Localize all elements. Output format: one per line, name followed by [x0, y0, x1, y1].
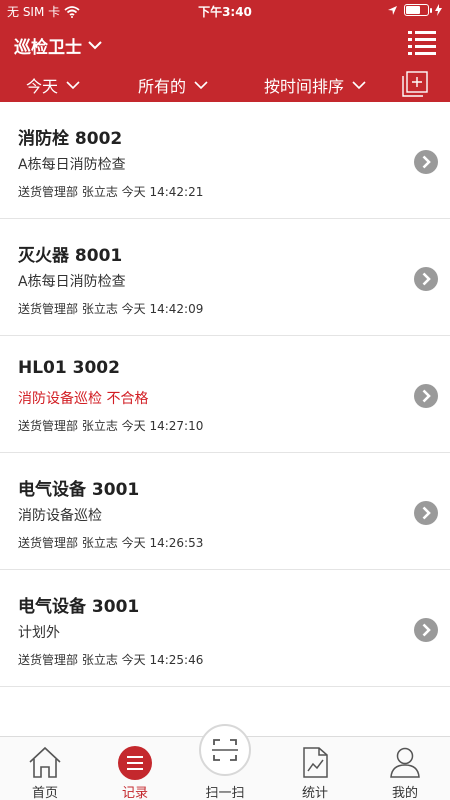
chevron-down-icon	[66, 80, 80, 89]
record-title: 电气设备 3001	[18, 480, 140, 500]
battery-level	[406, 6, 420, 14]
tab-label: 统计	[301, 786, 328, 800]
record-title: 灭火器 8001	[18, 246, 123, 266]
chevron-right-circle-icon	[414, 267, 438, 291]
sort-filter-label: 按时间排序	[264, 77, 345, 96]
list-menu-icon[interactable]	[408, 30, 436, 56]
charging-icon	[435, 4, 442, 16]
record-title: 消防栓 8002	[18, 129, 123, 149]
nav-bar: 巡检卫士	[0, 22, 450, 64]
tab-records[interactable]: 记录	[90, 737, 180, 800]
record-subtitle: 消防设备巡检 不合格	[18, 391, 149, 407]
chevron-right-circle-icon	[414, 150, 438, 174]
chevron-down-icon	[194, 80, 208, 89]
record-subtitle: 计划外	[18, 625, 60, 641]
chevron-right-circle-icon	[414, 618, 438, 642]
record-meta: 送货管理部 张立志 今天 14:42:21	[18, 185, 204, 199]
records-icon	[118, 746, 152, 780]
list-item[interactable]: HL01 3002 消防设备巡检 不合格 送货管理部 张立志 今天 14:27:…	[0, 336, 450, 453]
tab-label: 首页	[31, 786, 58, 800]
record-meta: 送货管理部 张立志 今天 14:25:46	[18, 653, 204, 667]
list-item[interactable]: 电气设备 3001 计划外 送货管理部 张立志 今天 14:25:46	[0, 570, 450, 687]
add-square-icon[interactable]	[402, 71, 428, 97]
list-item[interactable]: 灭火器 8001 A栋每日消防检查 送货管理部 张立志 今天 14:42:09	[0, 219, 450, 336]
record-meta: 送货管理部 张立志 今天 14:42:09	[18, 302, 204, 316]
scan-icon	[212, 739, 238, 761]
chevron-down-icon	[352, 80, 366, 89]
page-title: 巡检卫士	[14, 38, 82, 58]
tab-label: 我的	[391, 786, 418, 800]
records-list: 消防栓 8002 A栋每日消防检查 送货管理部 张立志 今天 14:42:21 …	[0, 102, 450, 736]
user-icon	[390, 747, 420, 778]
home-icon	[29, 746, 61, 778]
battery-icon	[404, 4, 432, 16]
record-meta: 送货管理部 张立志 今天 14:26:53	[18, 536, 204, 550]
date-filter[interactable]: 今天	[26, 73, 80, 97]
record-subtitle: A栋每日消防检查	[18, 157, 126, 173]
record-subtitle: 消防设备巡检	[18, 508, 102, 524]
filter-bar: 今天 所有的 按时间排序	[0, 64, 450, 102]
date-filter-label: 今天	[26, 77, 59, 96]
clock: 下午3:40	[198, 5, 252, 19]
list-item[interactable]: 消防栓 8002 A栋每日消防检查 送货管理部 张立志 今天 14:42:21	[0, 102, 450, 219]
tab-home[interactable]: 首页	[0, 737, 90, 800]
scope-filter-label: 所有的	[138, 77, 187, 96]
tab-label: 扫一扫	[205, 786, 245, 800]
tab-stats[interactable]: 统计	[270, 737, 360, 800]
tab-profile[interactable]: 我的	[360, 737, 450, 800]
status-bar: 无 SIM 卡 下午3:40	[0, 0, 450, 22]
record-title: HL01 3002	[18, 358, 120, 378]
chart-icon	[303, 747, 328, 778]
record-title: 电气设备 3001	[18, 597, 140, 617]
scan-button[interactable]	[199, 724, 251, 776]
sort-filter[interactable]: 按时间排序	[264, 73, 366, 97]
chevron-right-circle-icon	[414, 384, 438, 408]
tab-label: 记录	[121, 786, 148, 800]
chevron-right-circle-icon	[414, 501, 438, 525]
list-item[interactable]: 电气设备 3001 消防设备巡检 送货管理部 张立志 今天 14:26:53	[0, 453, 450, 570]
chevron-down-icon	[88, 41, 102, 50]
scope-filter[interactable]: 所有的	[138, 73, 208, 97]
location-arrow-icon	[388, 5, 397, 15]
app-switcher[interactable]: 巡检卫士	[14, 33, 102, 58]
record-subtitle: A栋每日消防检查	[18, 274, 126, 290]
record-meta: 送货管理部 张立志 今天 14:27:10	[18, 419, 204, 433]
